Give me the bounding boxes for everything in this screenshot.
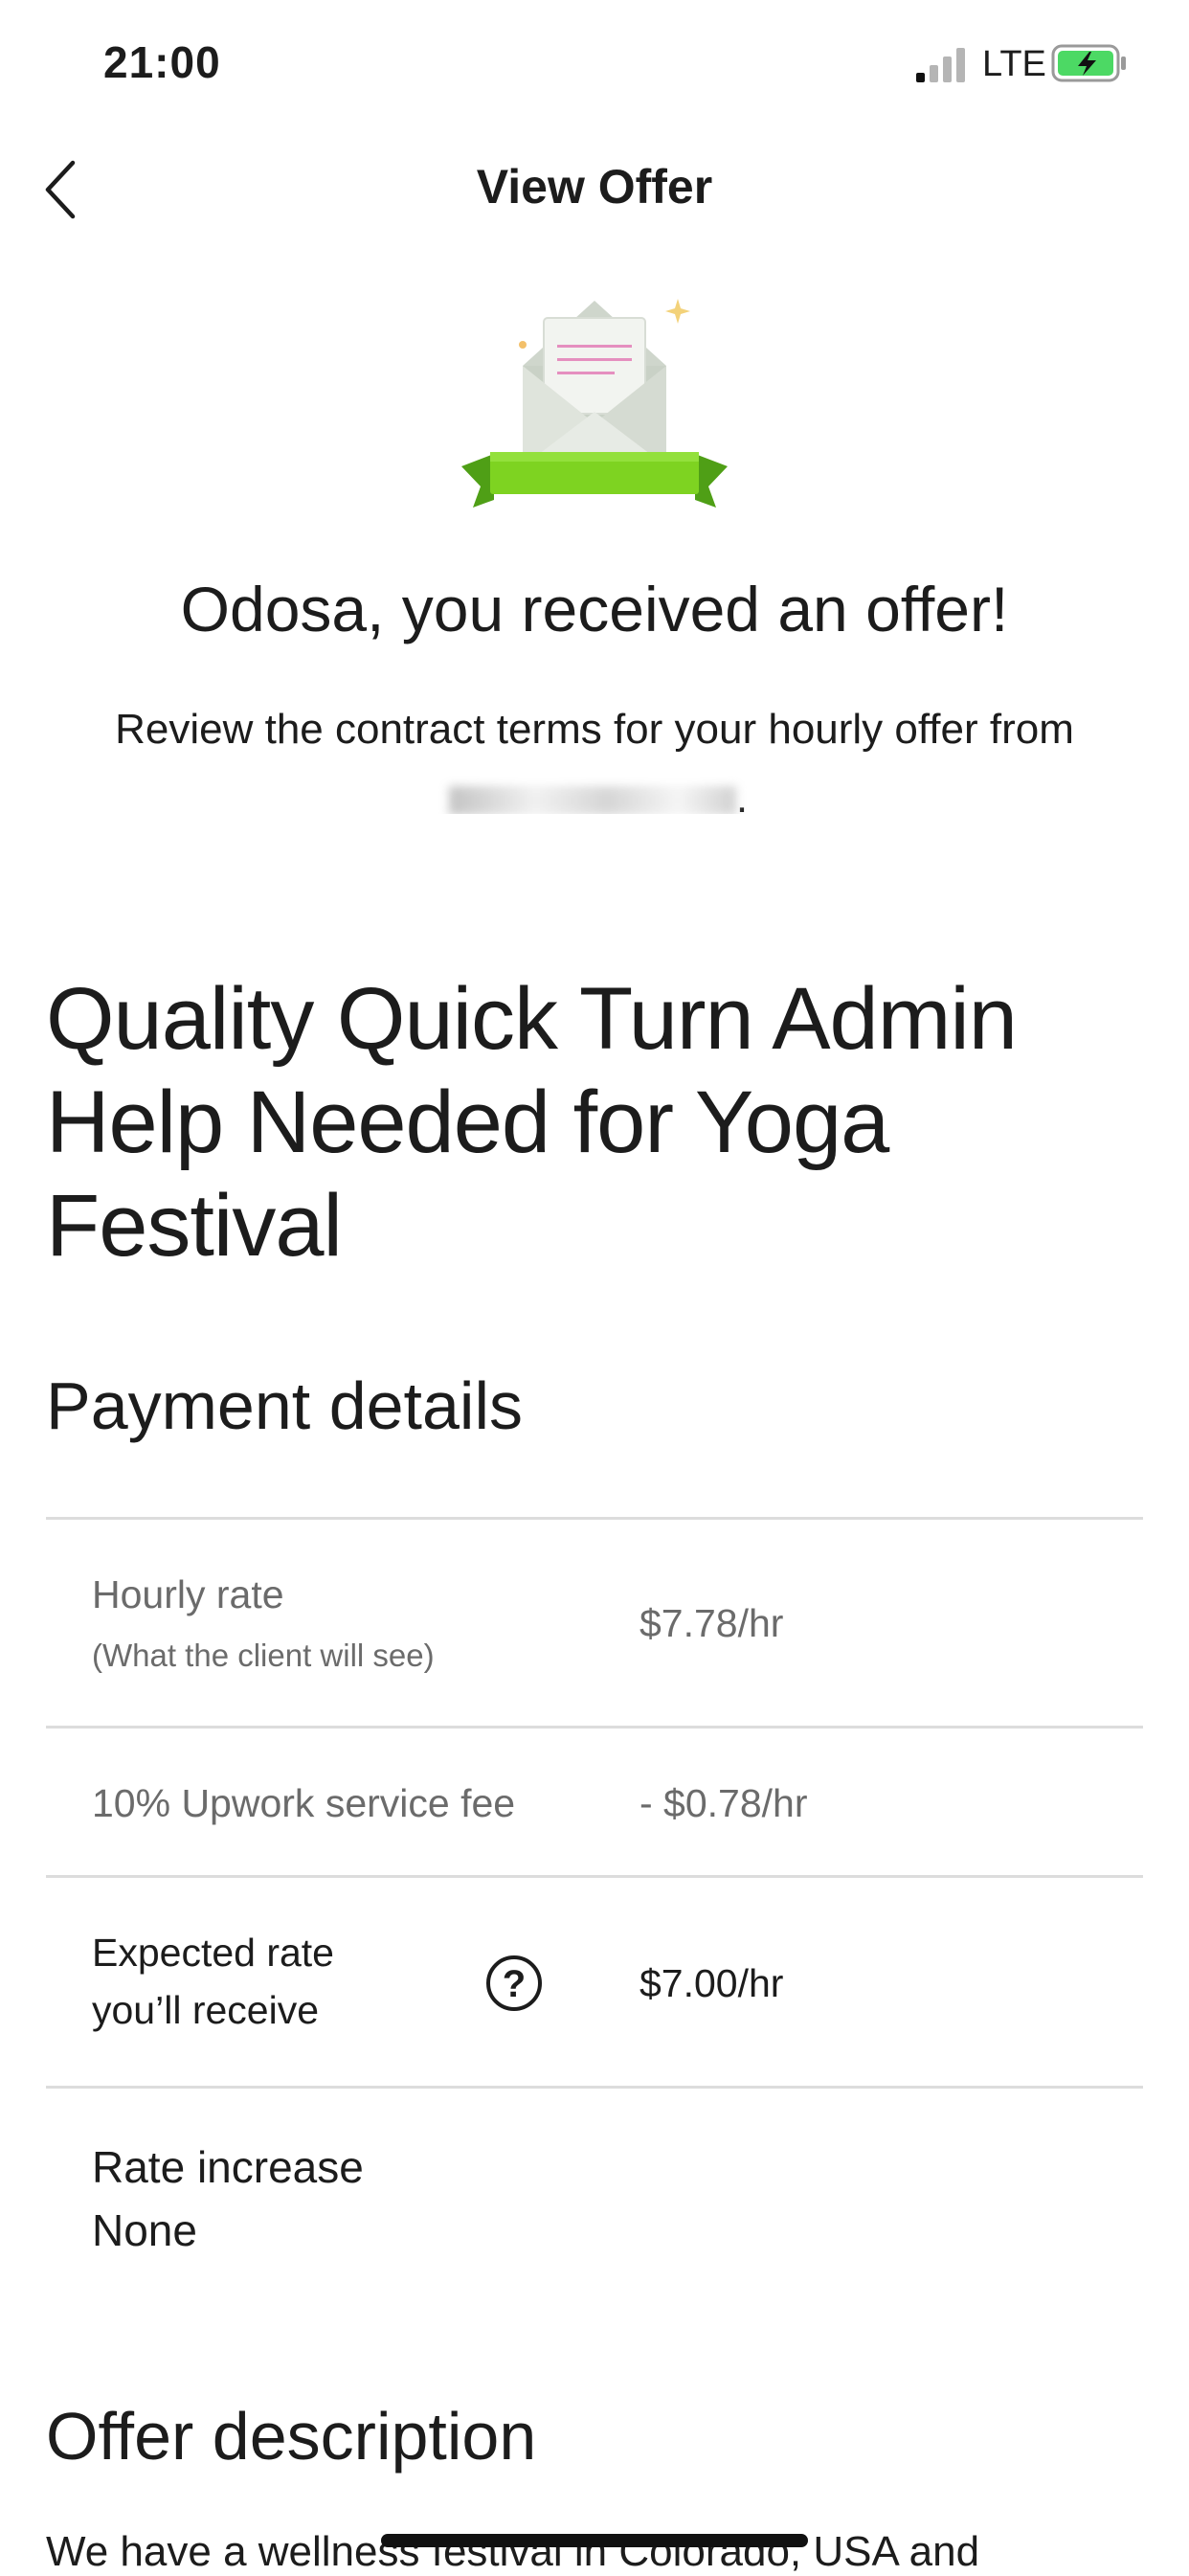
hourly-rate-label: Hourly rate: [92, 1572, 284, 1616]
question-circle-icon[interactable]: ?: [486, 1955, 542, 2011]
redacted-client-name: [448, 786, 736, 814]
expected-rate-label-line2: you’ll receive: [92, 1988, 319, 2032]
payment-details-heading: Payment details: [46, 1368, 524, 1443]
hourly-rate-note: (What the client will see): [92, 1638, 435, 1673]
envelope-letter-ribbon-icon: [461, 299, 728, 508]
rate-increase-value: None: [92, 2205, 197, 2255]
expected-rate-value: $7.00/hr: [639, 1961, 784, 2005]
home-indicator[interactable]: [381, 2534, 808, 2547]
offer-subtitle-end: .: [735, 775, 749, 814]
offer-subtitle: Review the contract terms for your hourl…: [92, 695, 1097, 814]
hourly-rate-value: $7.78/hr: [639, 1601, 784, 1645]
service-fee-label: 10% Upwork service fee: [92, 1781, 516, 1825]
job-title: Quality Quick Turn Admin Help Needed for…: [46, 970, 1018, 1275]
network-type-label: LTE: [982, 44, 1046, 84]
rate-increase-label: Rate increase: [92, 2142, 364, 2192]
page-title: View Offer: [476, 160, 713, 214]
divider: [46, 2086, 1143, 2089]
cellular-signal-icon: [916, 48, 965, 82]
status-time: 21:00: [103, 37, 221, 87]
offer-subtitle-text: Review the contract terms for your hourl…: [115, 706, 1074, 753]
service-fee-value: - $0.78/hr: [639, 1781, 808, 1825]
expected-rate-label-line1: Expected rate: [92, 1931, 334, 1975]
battery-charging-icon: [1051, 44, 1126, 82]
offer-description-heading: Offer description: [46, 2399, 537, 2474]
divider: [46, 1875, 1143, 1878]
offer-heading: Odosa, you received an offer!: [180, 574, 1009, 644]
divider: [46, 1517, 1143, 1520]
divider: [46, 1726, 1143, 1729]
